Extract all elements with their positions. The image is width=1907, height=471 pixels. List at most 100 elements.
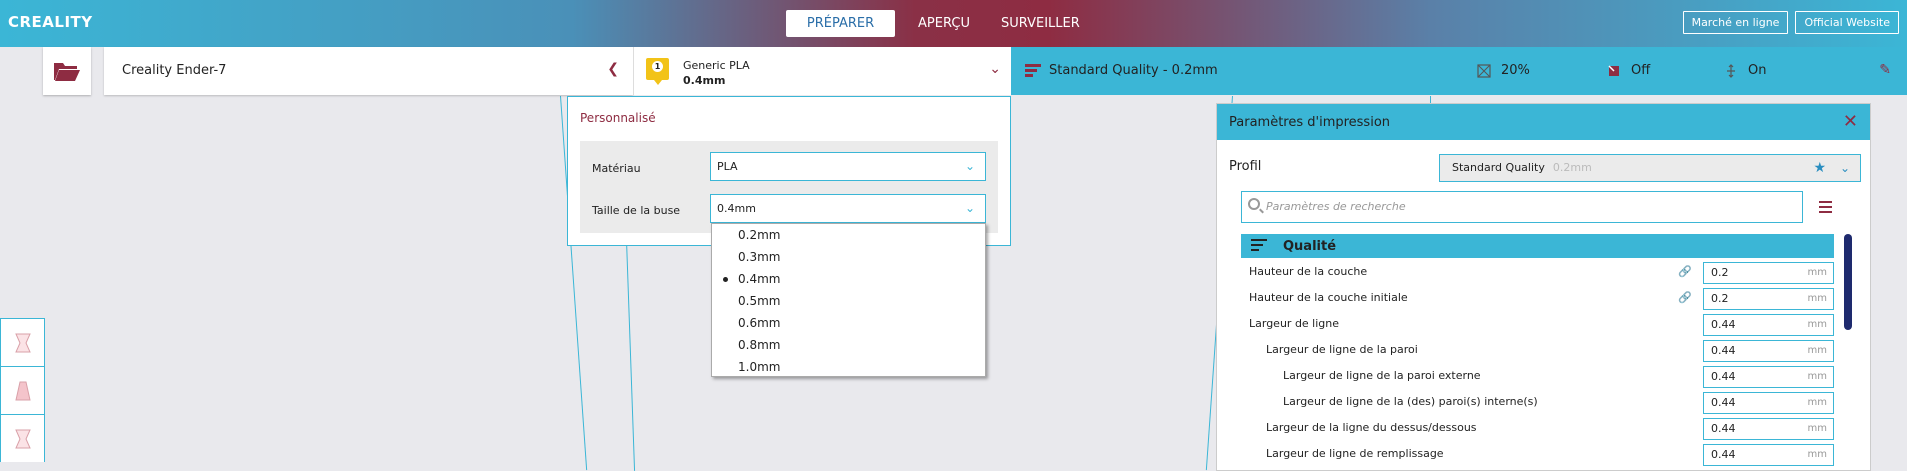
printer-name: Creality Ender-7 <box>122 63 227 78</box>
settings-search-input[interactable]: Paramètres de recherche <box>1241 191 1803 223</box>
chevron-down-icon: ⌄ <box>964 159 975 173</box>
setting-unit: mm <box>1807 449 1827 460</box>
setting-value-input[interactable]: 0.44 mm <box>1703 444 1834 466</box>
setting-row: Largeur de ligne de la (des) paroi(s) in… <box>1241 389 1834 415</box>
support-indicator: Off <box>1607 63 1650 78</box>
close-icon[interactable]: ✕ <box>1843 111 1858 132</box>
setting-row: Largeur de la ligne du dessus/dessous 0.… <box>1241 415 1834 441</box>
print-settings-bar[interactable]: Standard Quality - 0.2mm 20% Off On ✎ <box>1011 47 1907 95</box>
dropdown-option[interactable]: 0.3mm <box>712 246 985 268</box>
setting-value: 0.2 <box>1711 292 1729 305</box>
material-dropdown[interactable]: PLA ⌄ <box>710 152 986 181</box>
dropdown-option[interactable]: 0.5mm <box>712 290 985 312</box>
popup-title: Personnalisé <box>580 111 656 125</box>
dropdown-option[interactable]: 0.8mm <box>712 334 985 356</box>
material-label: Matériau <box>592 162 641 175</box>
search-placeholder: Paramètres de recherche <box>1266 200 1406 213</box>
side-toolbar <box>0 318 45 462</box>
profile-label: Profil <box>1229 159 1262 174</box>
nozzle-size-label: Taille de la buse <box>592 204 681 217</box>
chevron-down-icon: ⌄ <box>1839 161 1850 175</box>
link-icon[interactable]: 🔗 <box>1678 291 1692 304</box>
setting-value-input[interactable]: 0.44 mm <box>1703 418 1834 440</box>
setting-unit: mm <box>1807 371 1827 382</box>
move-tool-button[interactable] <box>0 318 45 366</box>
folder-icon <box>54 63 80 81</box>
category-header-quality[interactable]: Qualité <box>1241 234 1834 258</box>
setting-row: Largeur de ligne de remplissage 0.44 mm <box>1241 441 1834 467</box>
setting-unit: mm <box>1807 293 1827 304</box>
infill-value: 20% <box>1501 63 1530 78</box>
setting-value: 0.44 <box>1711 370 1736 383</box>
setting-row: Hauteur de la couche initiale 🔗 0.2 mm <box>1241 285 1834 311</box>
settings-title: Paramètres d'impression <box>1229 115 1391 130</box>
setting-value-input[interactable]: 0.44 mm <box>1703 340 1834 362</box>
popup-body: Matériau PLA ⌄ Taille de la buse 0.4mm ⌄ <box>580 141 998 233</box>
top-header: CREALITY PRÉPARER APERÇU SURVEILLER Marc… <box>0 0 1907 47</box>
setting-unit: mm <box>1807 267 1827 278</box>
setting-unit: mm <box>1807 423 1827 434</box>
job-toolbar: Creality Ender-7 ❮ 1 Generic PLA 0.4mm ⌄… <box>0 47 1907 96</box>
setting-value: 0.44 <box>1711 318 1736 331</box>
printer-selector[interactable]: Creality Ender-7 ❮ <box>104 47 633 95</box>
chevron-down-icon: ⌄ <box>989 61 1001 77</box>
scale-tool-button[interactable] <box>0 366 45 414</box>
dropdown-option[interactable]: 0.6mm <box>712 312 985 334</box>
star-icon[interactable]: ★ <box>1813 155 1826 181</box>
extruder-number: 1 <box>652 61 663 72</box>
setting-value-input[interactable]: 0.44 mm <box>1703 314 1834 336</box>
settings-header: Paramètres d'impression ✕ <box>1217 104 1870 140</box>
setting-label: Hauteur de la couche <box>1249 265 1368 278</box>
setting-value-input[interactable]: 0.2 mm <box>1703 262 1834 284</box>
setting-value: 0.44 <box>1711 422 1736 435</box>
setting-value-input[interactable]: 0.44 mm <box>1703 392 1834 414</box>
setting-value-input[interactable]: 0.2 mm <box>1703 288 1834 310</box>
infill-indicator: 20% <box>1477 63 1530 78</box>
link-icon[interactable]: 🔗 <box>1678 265 1692 278</box>
adhesion-value: On <box>1748 63 1767 78</box>
creality-logo: CREALITY <box>8 13 93 31</box>
search-icon <box>1248 198 1260 210</box>
nozzle-size-options: 0.2mm 0.3mm 0.4mm 0.5mm 0.6mm 0.8mm 1.0m… <box>711 223 986 377</box>
chevron-left-icon: ❮ <box>607 61 619 77</box>
setting-row: Hauteur de la couche 🔗 0.2 mm <box>1241 259 1834 285</box>
nozzle-size-dropdown[interactable]: 0.4mm ⌄ <box>710 194 986 223</box>
setting-unit: mm <box>1807 345 1827 356</box>
category-label: Qualité <box>1283 239 1337 254</box>
marketplace-button[interactable]: Marché en ligne <box>1682 11 1789 34</box>
setting-value-input[interactable]: 0.44 mm <box>1703 366 1834 388</box>
setting-row: Largeur de ligne de la paroi externe 0.4… <box>1241 363 1834 389</box>
edit-pencil-icon[interactable]: ✎ <box>1879 62 1891 78</box>
setting-label: Largeur de la ligne du dessus/dessous <box>1266 421 1477 434</box>
profile-dropdown[interactable]: Standard Quality 0.2mm ★ ⌄ <box>1439 154 1861 182</box>
dropdown-option[interactable]: 0.2mm <box>712 224 985 246</box>
dropdown-option[interactable]: 1.0mm <box>712 356 985 378</box>
dropdown-option-selected[interactable]: 0.4mm <box>712 268 985 290</box>
tab-preparer[interactable]: PRÉPARER <box>786 10 895 37</box>
setting-label: Largeur de ligne de la paroi <box>1266 343 1418 356</box>
setting-row: Largeur de ligne 0.44 mm <box>1241 311 1834 337</box>
build-volume-line <box>626 239 636 471</box>
tab-apercu[interactable]: APERÇU <box>909 10 979 37</box>
setting-label: Hauteur de la couche initiale <box>1249 291 1408 304</box>
official-website-button[interactable]: Official Website <box>1795 11 1899 34</box>
tab-surveiller[interactable]: SURVEILLER <box>993 10 1088 37</box>
extruder-badge-icon: 1 <box>646 58 669 85</box>
setting-unit: mm <box>1807 397 1827 408</box>
open-file-button[interactable] <box>43 47 91 95</box>
settings-scrollbar[interactable] <box>1844 234 1852 330</box>
material-selector[interactable]: 1 Generic PLA 0.4mm ⌄ <box>633 47 1011 95</box>
setting-value: 0.44 <box>1711 448 1736 461</box>
support-value: Off <box>1631 63 1651 78</box>
profile-sub: 0.2mm <box>1552 161 1592 174</box>
setting-unit: mm <box>1807 319 1827 330</box>
setting-value: 0.2 <box>1711 266 1729 279</box>
main-tabs: PRÉPARER APERÇU SURVEILLER <box>786 10 1088 37</box>
move-tool-icon <box>14 333 31 352</box>
adhesion-icon <box>1727 63 1735 78</box>
nozzle-size: 0.4mm <box>683 74 726 87</box>
scale-tool-icon <box>14 381 31 400</box>
chevron-down-icon: ⌄ <box>964 201 975 215</box>
rotate-tool-button[interactable] <box>0 414 45 462</box>
settings-menu-icon[interactable] <box>1819 201 1832 216</box>
